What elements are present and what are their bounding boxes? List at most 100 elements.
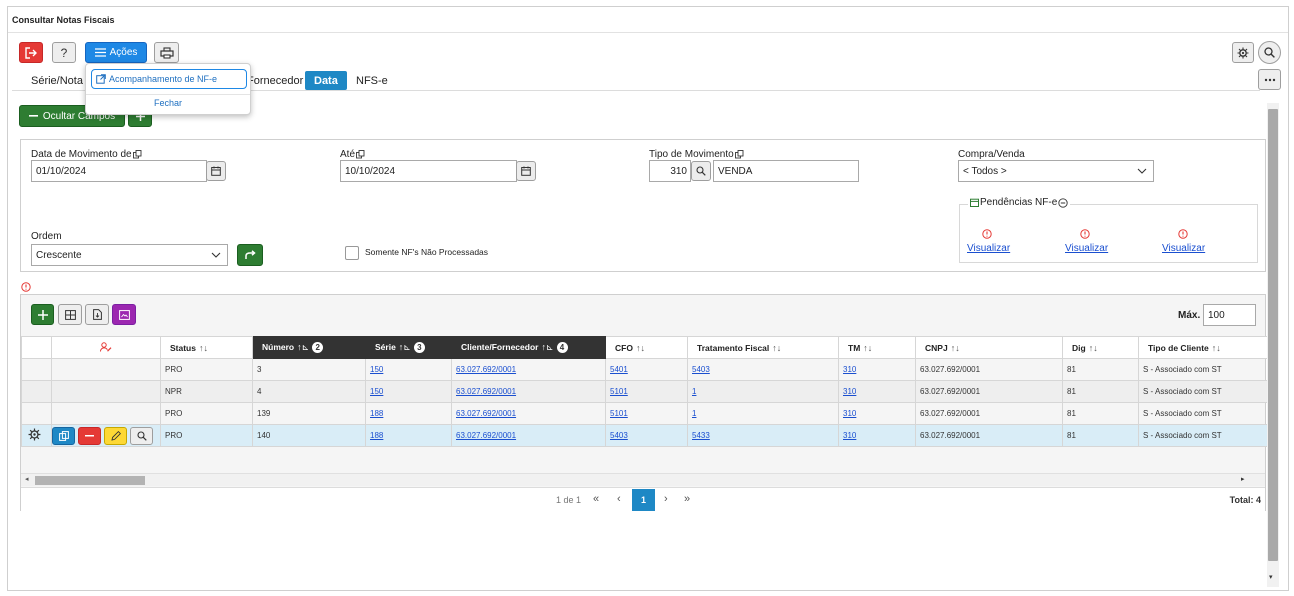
ordem-select[interactable]: Crescente [31,244,228,266]
report-button[interactable] [112,304,136,325]
data-de-label: Data de Movimento de [31,149,142,160]
copy-icon [58,430,69,441]
visualizar-link-3[interactable]: Visualizar [1162,243,1205,254]
serie-link[interactable]: 188 [370,431,383,440]
data-de-input[interactable]: 01/10/2024 [31,160,207,182]
cell-cliente: 63.027.692/0001 [451,402,606,425]
data-de-calendar-button[interactable] [206,161,226,181]
ate-input[interactable]: 10/10/2024 [340,160,517,182]
row-select-cell[interactable] [21,358,52,381]
cell-tipo-cliente: S - Associado com ST [1138,424,1271,447]
header-cfo[interactable]: CFO ↑↓ [605,336,688,359]
page-info: 1 de 1 [556,495,582,505]
tab-nfse[interactable]: NFS-e [347,71,397,90]
view-row-button[interactable] [130,426,153,445]
header-serie[interactable]: Série ↑⊾ 3 [365,336,452,359]
export-file-button[interactable] [85,304,109,325]
scroll-right-arrow-icon[interactable]: ▸ [1241,475,1245,483]
ate-calendar-button[interactable] [516,161,536,181]
vertical-scrollbar[interactable]: ▾ [1267,103,1279,587]
help-button[interactable]: ? [52,42,76,63]
cfo-link[interactable]: 5403 [610,431,628,440]
cfo-link[interactable]: 5401 [610,365,628,374]
header-tm[interactable]: TM ↑↓ [838,336,916,359]
menu-item-acompanhamento[interactable]: Acompanhamento de NF-e [91,69,247,89]
first-page-button[interactable]: « [593,493,599,505]
current-page-button[interactable]: 1 [632,489,655,511]
visualizar-link-2[interactable]: Visualizar [1065,243,1108,254]
next-page-button[interactable]: › [664,493,668,505]
serie-link[interactable]: 150 [370,365,383,374]
header-tipo-cliente[interactable]: Tipo de Cliente ↑↓ [1138,336,1271,359]
table-row-selected[interactable]: PRO 140 188 63.027.692/0001 5403 5433 31… [21,424,1271,447]
horizontal-scrollbar-thumb[interactable] [35,476,145,485]
grid-layout-button[interactable] [58,304,82,325]
tm-link[interactable]: 310 [843,387,856,396]
serie-link[interactable]: 188 [370,409,383,418]
tab-data[interactable]: Data [305,71,347,90]
prev-page-button[interactable]: ‹ [617,493,621,505]
tm-link[interactable]: 310 [843,365,856,374]
serie-link[interactable]: 150 [370,387,383,396]
row-select-cell[interactable] [21,402,52,425]
cliente-link[interactable]: 63.027.692/0001 [456,409,516,418]
apply-order-button[interactable] [237,244,263,266]
max-input[interactable]: 100 [1203,304,1256,326]
scroll-down-arrow-icon[interactable]: ▾ [1269,573,1273,581]
cliente-link[interactable]: 63.027.692/0001 [456,431,516,440]
delete-row-button[interactable] [78,426,101,445]
user-edit-icon[interactable] [100,341,112,352]
title-separator [8,32,1288,33]
tratamento-link[interactable]: 5403 [692,365,710,374]
somente-nf-checkbox[interactable] [345,246,359,260]
cell-tm: 310 [838,358,916,381]
ordem-label: Ordem [31,231,62,242]
main-window: Consultar Notas Fiscais ? Ações Série/No… [7,6,1289,591]
header-numero[interactable]: Número ↑⊾ 2 [252,336,366,359]
menu-item-fechar[interactable]: Fechar [86,98,250,108]
table-row[interactable]: PRO 3 150 63.027.692/0001 5401 5403 310 … [21,358,1271,381]
header-tratamento-fiscal[interactable]: Tratamento Fiscal ↑↓ [687,336,839,359]
tipo-movimento-desc-input[interactable]: VENDA [713,160,859,182]
settings-button[interactable] [1232,42,1254,63]
collapse-circle-icon[interactable] [1058,197,1068,208]
vertical-scrollbar-thumb[interactable] [1268,109,1278,561]
tipo-movimento-search-button[interactable] [691,161,711,181]
tm-link[interactable]: 310 [843,431,856,440]
compra-venda-select[interactable]: < Todos > [958,160,1154,182]
copy-row-button[interactable] [52,426,75,445]
tm-link[interactable]: 310 [843,409,856,418]
edit-row-button[interactable] [104,426,127,445]
tratamento-link[interactable]: 1 [692,387,696,396]
visualizar-link-1[interactable]: Visualizar [967,243,1010,254]
table-header-row: Status ↑↓ Número ↑⊾ 2 Série ↑⊾ 3 Cliente/Forn… [21,336,1271,359]
sort-icon: ↑↓ [950,342,960,353]
row-settings-cell[interactable] [21,424,52,447]
exit-button[interactable] [19,42,43,63]
last-page-button[interactable]: » [684,493,690,505]
cfo-link[interactable]: 5101 [610,387,628,396]
header-status[interactable]: Status ↑↓ [160,336,253,359]
header-cliente-fornecedor[interactable]: Cliente/Fornecedor ↑⊾ 4 [451,336,606,359]
header-cnpj[interactable]: CNPJ ↑↓ [915,336,1063,359]
row-select-cell[interactable] [21,380,52,403]
gear-icon[interactable] [28,428,41,441]
minus-icon [85,434,94,436]
table-row[interactable]: PRO 139 188 63.027.692/0001 5101 1 310 6… [21,402,1271,425]
acoes-button[interactable]: Ações [85,42,147,63]
cfo-link[interactable]: 5101 [610,409,628,418]
add-button[interactable] [31,304,54,325]
cliente-link[interactable]: 63.027.692/0001 [456,365,516,374]
cliente-link[interactable]: 63.027.692/0001 [456,387,516,396]
more-options-button[interactable] [1258,69,1281,90]
tipo-movimento-code-input[interactable]: 310 [649,160,691,182]
scroll-left-arrow-icon[interactable]: ◂ [25,475,29,483]
calendar-check-icon [970,198,979,207]
search-button[interactable] [1258,41,1281,64]
tratamento-link[interactable]: 1 [692,409,696,418]
table-row[interactable]: NPR 4 150 63.027.692/0001 5101 1 310 63.… [21,380,1271,403]
print-button[interactable] [154,42,179,63]
horizontal-scrollbar[interactable]: ◂ ▸ [21,473,1265,486]
header-dig[interactable]: Dig ↑↓ [1062,336,1139,359]
tratamento-link[interactable]: 5433 [692,431,710,440]
